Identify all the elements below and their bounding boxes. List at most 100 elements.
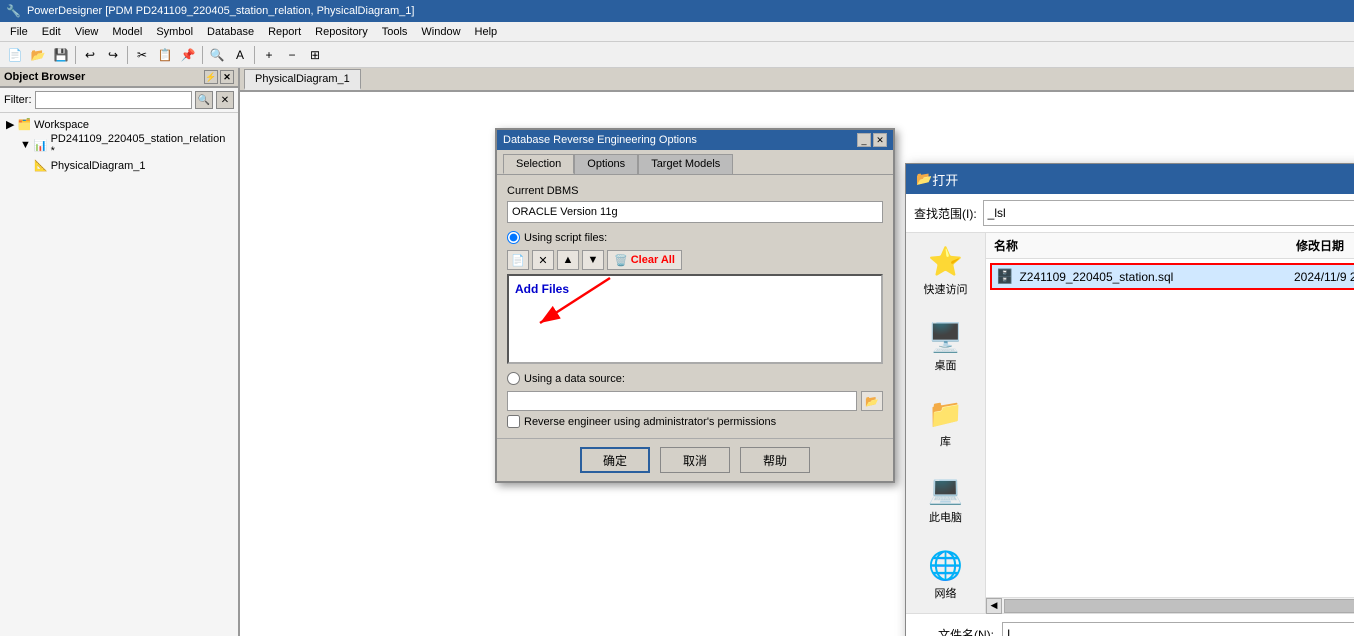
- toolbar-undo[interactable]: ↩: [79, 44, 101, 66]
- clear-all-icon: 🗑️: [614, 254, 628, 267]
- open-left-panel: ⭐ 快速访问 🖥️ 桌面 📁 库 💻 此电: [906, 233, 986, 613]
- scroll-thumb[interactable]: [1004, 599, 1354, 613]
- sql-file-name: Z241109_220405_station.sql: [1019, 270, 1294, 284]
- toolbar-paste[interactable]: 📌: [177, 44, 199, 66]
- move-down-btn[interactable]: ▼: [582, 250, 604, 270]
- menu-file[interactable]: File: [4, 24, 34, 40]
- tree-model-expand-icon: ▼: [20, 139, 31, 151]
- toolbar-zoom-out[interactable]: −: [281, 44, 303, 66]
- menu-database[interactable]: Database: [201, 24, 260, 40]
- col-name: 名称: [994, 237, 1296, 254]
- toolbar-copy[interactable]: 📋: [154, 44, 176, 66]
- dialog-footer: 确定 取消 帮助: [497, 438, 893, 481]
- scroll-left-btn[interactable]: ◀: [986, 598, 1002, 614]
- open-title-bar: 📂 打开 ✕: [906, 164, 1354, 194]
- network-item[interactable]: 🌐 网络: [924, 545, 967, 605]
- toolbar-new[interactable]: 📄: [4, 44, 26, 66]
- open-right-panel: 名称 修改日期 类型 🗄️ Z241109_220405_station.sql…: [986, 233, 1354, 613]
- menu-symbol[interactable]: Symbol: [150, 24, 199, 40]
- toolbar-save[interactable]: 💾: [50, 44, 72, 66]
- dialog-dre[interactable]: Database Reverse Engineering Options _ ✕…: [495, 128, 895, 483]
- tab-bar: PhysicalDiagram_1: [240, 68, 1354, 92]
- computer-item[interactable]: 💻 此电脑: [924, 469, 967, 529]
- toolbar-find[interactable]: 🔍: [206, 44, 228, 66]
- menu-bar: File Edit View Model Symbol Database Rep…: [0, 22, 1354, 42]
- filter-clear-btn[interactable]: ✕: [216, 91, 234, 109]
- script-files-list[interactable]: Add Files: [507, 274, 883, 364]
- menu-model[interactable]: Model: [106, 24, 148, 40]
- object-browser: Object Browser ⚡ ✕ Filter: 🔍 ✕ ▶ 🗂️ Work…: [0, 68, 240, 636]
- filter-input[interactable]: [35, 91, 193, 109]
- script-toolbar: 📄 ✕ ▲ ▼ 🗑️ Clear All: [507, 250, 883, 270]
- filename-combo[interactable]: I ▼: [1002, 622, 1354, 636]
- cancel-button[interactable]: 取消: [660, 447, 730, 473]
- admin-perm-checkbox[interactable]: [507, 415, 520, 428]
- tree-diagram[interactable]: 📐 PhysicalDiagram_1: [32, 158, 234, 173]
- dialog-tab-target-models[interactable]: Target Models: [638, 154, 733, 174]
- tree-model-label: PD241109_220405_station_relation *: [51, 133, 232, 157]
- quick-access-item[interactable]: ⭐ 快速访问: [920, 241, 972, 301]
- datasource-input[interactable]: [507, 391, 857, 411]
- filter-label: Filter:: [4, 94, 32, 106]
- toolbar-zoom-in[interactable]: +: [258, 44, 280, 66]
- menu-view[interactable]: View: [69, 24, 105, 40]
- dialog-tab-options[interactable]: Options: [574, 154, 638, 174]
- radio-script[interactable]: [507, 231, 520, 244]
- menu-tools[interactable]: Tools: [376, 24, 414, 40]
- tree-model[interactable]: ▼ 📊 PD241109_220405_station_relation *: [18, 132, 234, 158]
- desktop-item[interactable]: 🖥️ 桌面: [924, 317, 967, 377]
- help-button[interactable]: 帮助: [740, 447, 810, 473]
- remove-btn[interactable]: ✕: [532, 250, 554, 270]
- toolbar-sep-4: [254, 46, 255, 64]
- dialog-dre-title-bar: Database Reverse Engineering Options _ ✕: [497, 130, 893, 150]
- tree-workspace-folder-icon: 🗂️: [17, 118, 31, 131]
- location-combo[interactable]: _lsl ▼: [983, 200, 1354, 226]
- clear-all-btn[interactable]: 🗑️ Clear All: [607, 250, 682, 270]
- filename-value: I: [1007, 627, 1010, 636]
- menu-window[interactable]: Window: [415, 24, 466, 40]
- toolbar-cut[interactable]: ✂: [131, 44, 153, 66]
- dialog-dre-title: Database Reverse Engineering Options: [503, 134, 697, 146]
- toolbar-open[interactable]: 📂: [27, 44, 49, 66]
- library-icon: 📁: [928, 397, 963, 430]
- toolbar-redo[interactable]: ↪: [102, 44, 124, 66]
- menu-repository[interactable]: Repository: [309, 24, 374, 40]
- dialog-dre-close-btn[interactable]: ✕: [873, 133, 887, 147]
- library-item[interactable]: 📁 库: [924, 393, 967, 453]
- move-up-btn[interactable]: ▲: [557, 250, 579, 270]
- tree-area: ▶ 🗂️ Workspace ▼ 📊 PD241109_220405_stati…: [0, 113, 238, 636]
- panel-float-btn[interactable]: ⚡: [204, 70, 218, 84]
- datasource-browse-btn[interactable]: 📂: [861, 391, 883, 411]
- panel-close-btn[interactable]: ✕: [220, 70, 234, 84]
- dialog-tab-selection[interactable]: Selection: [503, 154, 574, 174]
- menu-help[interactable]: Help: [469, 24, 504, 40]
- file-list: 🗄️ Z241109_220405_station.sql 2024/11/9 …: [986, 259, 1354, 597]
- network-icon: 🌐: [928, 549, 963, 582]
- menu-report[interactable]: Report: [262, 24, 307, 40]
- dialog-dre-minimize-btn[interactable]: _: [857, 133, 871, 147]
- toolbar-text[interactable]: A: [229, 44, 251, 66]
- ok-button[interactable]: 确定: [580, 447, 650, 473]
- network-label: 网络: [935, 585, 957, 601]
- toolbar-fit[interactable]: ⊞: [304, 44, 326, 66]
- file-row-sql[interactable]: 🗄️ Z241109_220405_station.sql 2024/11/9 …: [990, 263, 1354, 290]
- computer-icon: 💻: [928, 473, 963, 506]
- sql-file-date: 2024/11/9 22:10: [1294, 270, 1354, 284]
- quick-access-icon: ⭐: [928, 245, 963, 278]
- tree-workspace[interactable]: ▶ 🗂️ Workspace: [4, 117, 234, 132]
- add-file-btn[interactable]: 📄: [507, 250, 529, 270]
- dbms-input[interactable]: [507, 201, 883, 223]
- app-icon: 🔧: [6, 4, 21, 18]
- title-bar: 🔧 PowerDesigner [PDM PD241109_220405_sta…: [0, 0, 1354, 22]
- current-dbms-label: Current DBMS: [507, 185, 883, 197]
- dialog-dre-content: Current DBMS Using script files: 📄 ✕ ▲ ▼…: [497, 174, 893, 438]
- col-date: 修改日期: [1296, 237, 1354, 254]
- horizontal-scrollbar[interactable]: ◀ ▶: [986, 597, 1354, 613]
- tab-physical-diagram[interactable]: PhysicalDiagram_1: [244, 69, 361, 90]
- filter-search-btn[interactable]: 🔍: [195, 91, 213, 109]
- open-body: ⭐ 快速访问 🖥️ 桌面 📁 库 💻 此电: [906, 233, 1354, 613]
- toolbar-sep-1: [75, 46, 76, 64]
- menu-edit[interactable]: Edit: [36, 24, 67, 40]
- radio-datasource[interactable]: [507, 372, 520, 385]
- dialog-open[interactable]: 📂 打开 ✕ 查找范围(I): _lsl ▼ ◀ 🔼 📁 ☰: [905, 163, 1354, 636]
